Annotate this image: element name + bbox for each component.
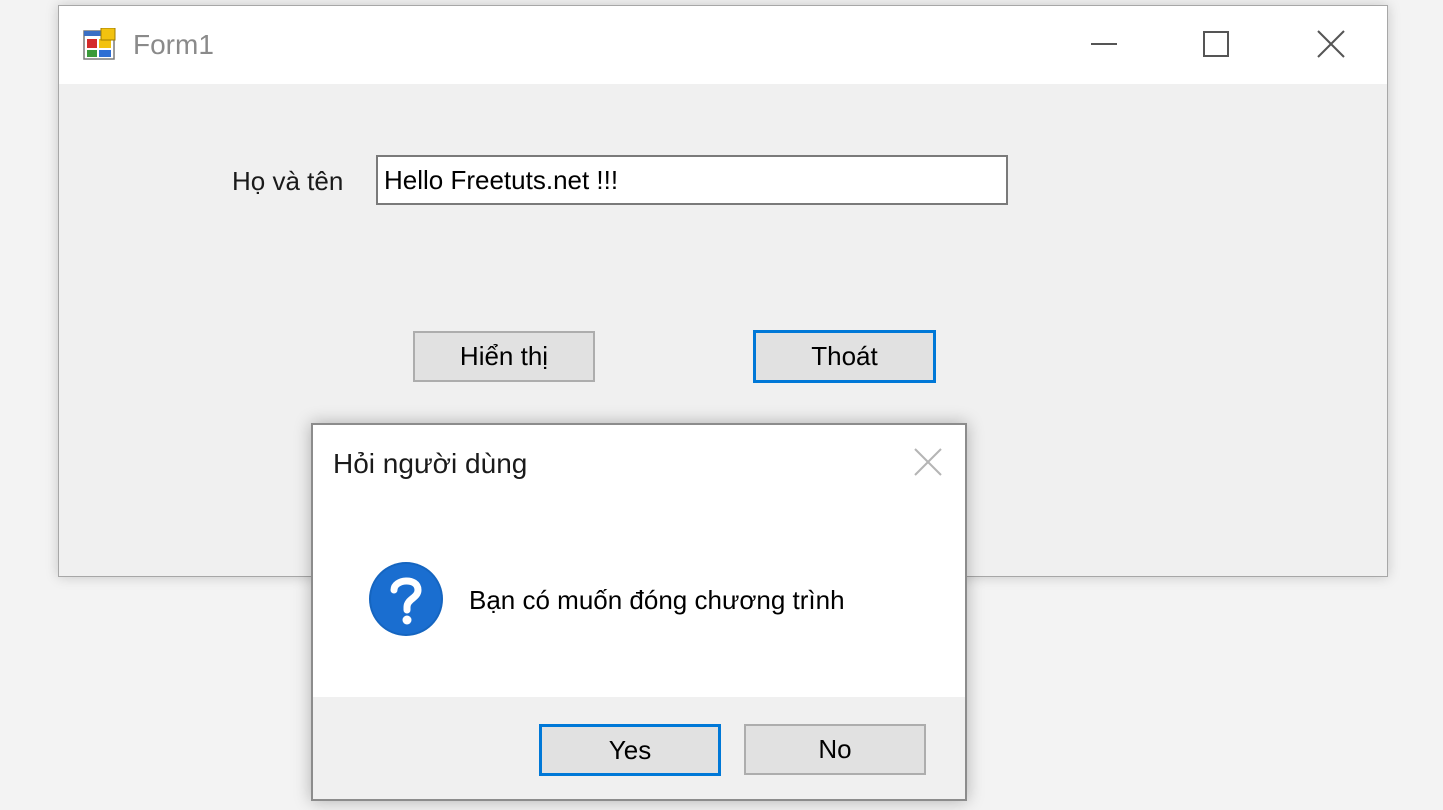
- dialog-close-button[interactable]: [909, 443, 949, 483]
- close-icon: [1317, 30, 1345, 58]
- dialog-button-bar: Yes No: [313, 697, 965, 799]
- window-title: Form1: [133, 29, 214, 60]
- app-icon: [83, 27, 117, 62]
- maximize-icon: [1203, 31, 1229, 57]
- yes-button[interactable]: Yes: [539, 724, 721, 776]
- no-button[interactable]: No: [744, 724, 926, 775]
- exit-button[interactable]: Thoát: [753, 330, 936, 383]
- main-titlebar[interactable]: Form1: [59, 6, 1387, 84]
- minimize-button[interactable]: [1073, 18, 1133, 70]
- question-icon: [367, 560, 445, 638]
- minimize-icon: [1091, 43, 1117, 45]
- confirm-dialog: Hỏi người dùng Bạn có muốn đóng chương t…: [311, 423, 967, 801]
- close-button[interactable]: [1300, 18, 1360, 70]
- dialog-title: Hỏi người dùng: [333, 448, 528, 479]
- name-input[interactable]: [376, 155, 1008, 205]
- maximize-button[interactable]: [1186, 18, 1246, 70]
- name-label: Họ và tên: [232, 166, 344, 196]
- show-button[interactable]: Hiển thị: [413, 331, 595, 382]
- dialog-message: Bạn có muốn đóng chương trình: [469, 585, 845, 615]
- close-icon: [914, 448, 942, 476]
